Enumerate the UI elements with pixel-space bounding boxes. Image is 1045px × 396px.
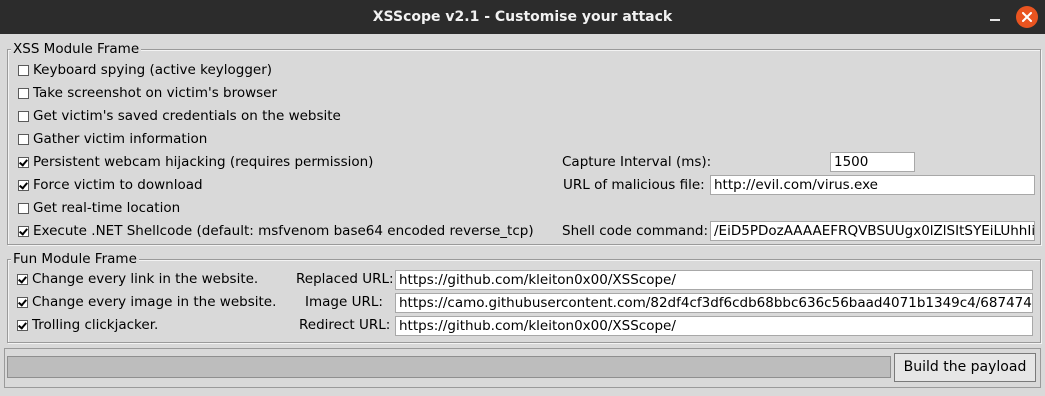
shell-code-input[interactable]: /EiD5PDozAAAAEFRQVBSUUgx0lZlSItSYEiLUhhI…: [710, 221, 1035, 241]
webcam-label: Persistent webcam hijacking (requires pe…: [33, 154, 374, 170]
malicious-file-input[interactable]: http://evil.com/virus.exe: [710, 175, 1035, 195]
force-download-checkbox[interactable]: [18, 180, 29, 191]
minimize-icon[interactable]: [986, 8, 1004, 26]
title-bar: XSScope v2.1 - Customise your attack: [0, 0, 1045, 34]
screenshot-checkbox[interactable]: [18, 88, 29, 99]
gather-info-label: Gather victim information: [33, 131, 208, 147]
clickjacker-label: Trolling clickjacker.: [32, 317, 159, 333]
shell-code-label: Shell code command:: [562, 223, 709, 239]
clickjacker-checkbox[interactable]: [17, 320, 28, 331]
change-images-label: Change every image in the website.: [32, 294, 277, 310]
location-label: Get real-time location: [33, 200, 181, 216]
change-images-checkbox[interactable]: [17, 297, 28, 308]
change-links-checkbox[interactable]: [17, 274, 28, 285]
replaced-url-input[interactable]: https://github.com/kleiton0x00/XSScope/: [395, 270, 1033, 290]
keylogger-label: Keyboard spying (active keylogger): [33, 62, 273, 78]
xss-frame-label: XSS Module Frame: [11, 41, 142, 57]
change-links-label: Change every link in the website.: [32, 271, 259, 287]
malicious-file-label: URL of malicious file:: [563, 177, 705, 193]
image-url-label: Image URL:: [305, 294, 383, 310]
redirect-url-input[interactable]: https://github.com/kleiton0x00/XSScope/: [395, 316, 1033, 336]
force-download-label: Force victim to download: [33, 177, 203, 193]
shellcode-label: Execute .NET Shellcode (default: msfveno…: [33, 223, 534, 239]
image-url-input[interactable]: https://camo.githubusercontent.com/82df4…: [395, 293, 1033, 313]
build-progress-bar: [7, 356, 891, 378]
capture-interval-label: Capture Interval (ms):: [562, 154, 712, 170]
screenshot-label: Take screenshot on victim's browser: [33, 85, 278, 101]
location-checkbox[interactable]: [18, 203, 29, 214]
replaced-url-label: Replaced URL:: [296, 271, 394, 287]
window-title: XSScope v2.1 - Customise your attack: [372, 9, 673, 25]
gather-info-checkbox[interactable]: [18, 134, 29, 145]
build-payload-button[interactable]: Build the payload: [894, 353, 1036, 382]
close-icon[interactable]: [1016, 6, 1038, 28]
credentials-label: Get victim's saved credentials on the we…: [33, 108, 341, 124]
credentials-checkbox[interactable]: [18, 111, 29, 122]
keylogger-checkbox[interactable]: [18, 65, 29, 76]
shellcode-checkbox[interactable]: [18, 226, 29, 237]
redirect-url-label: Redirect URL:: [299, 317, 391, 333]
webcam-checkbox[interactable]: [18, 157, 29, 168]
fun-frame-label: Fun Module Frame: [11, 251, 139, 267]
capture-interval-input[interactable]: 1500: [830, 152, 915, 172]
